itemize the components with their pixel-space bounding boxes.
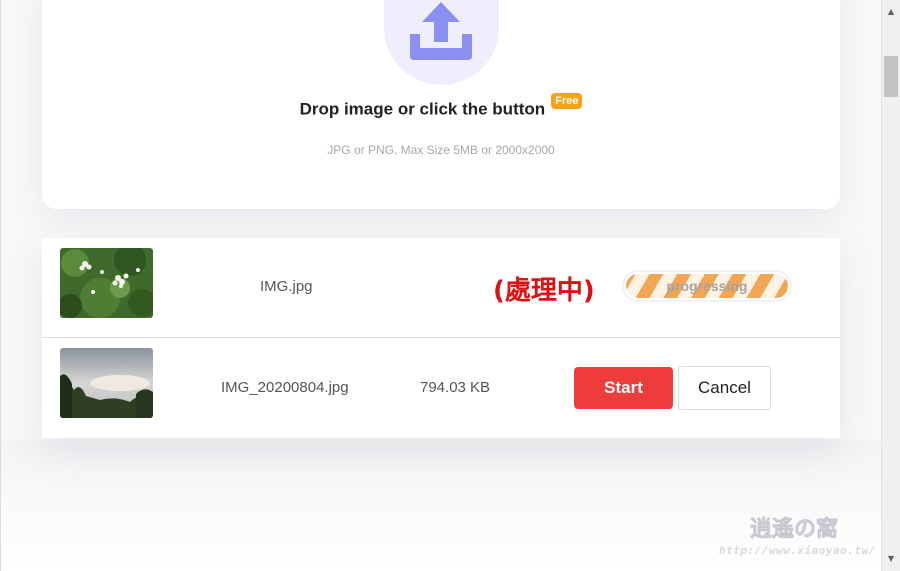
scroll-up-icon[interactable]: ▲ — [882, 2, 900, 22]
svg-text:逍遙の窩: 逍遙の窩 — [750, 516, 838, 542]
processing-annotation: (處理中) — [493, 276, 595, 306]
vertical-scrollbar[interactable]: ▲ ▼ — [881, 0, 900, 571]
start-button[interactable]: Start — [574, 367, 673, 409]
watermark-url: http://www.xiaoyao.tw/ — [719, 544, 876, 557]
file-thumbnail — [60, 248, 153, 318]
cancel-button[interactable]: Cancel — [678, 366, 771, 410]
file-size: 794.03 KB — [420, 379, 491, 396]
file-row: IMG.jpg (處理中) progressing — [42, 238, 840, 338]
upload-tray-icon — [410, 2, 472, 60]
free-badge: Free — [551, 93, 583, 109]
upload-requirements: JPG or PNG. Max Size 5MB or 2000x2000 — [327, 143, 555, 157]
scroll-thumb[interactable] — [884, 56, 898, 97]
file-name: IMG_20200804.jpg — [221, 379, 349, 396]
file-name: IMG.jpg — [260, 278, 313, 295]
file-thumbnail — [60, 348, 153, 418]
file-row: IMG_20200804.jpg 794.03 KB Start Cancel — [42, 338, 840, 438]
scroll-down-icon[interactable]: ▼ — [882, 549, 900, 569]
progress-label: progressing — [666, 278, 748, 294]
drop-title-text: Drop image or click the button — [299, 99, 546, 119]
drop-title: Drop image or click the button Free — [42, 93, 840, 120]
file-list: IMG.jpg (處理中) progressing IMG_20200804.j… — [42, 238, 840, 438]
upload-icon-circle[interactable] — [384, 0, 499, 85]
upload-dropzone[interactable]: Drop image or click the button Free JPG o… — [42, 0, 840, 209]
page-viewport: Drop image or click the button Free JPG o… — [0, 0, 881, 571]
progress-bar: progressing — [622, 270, 792, 302]
